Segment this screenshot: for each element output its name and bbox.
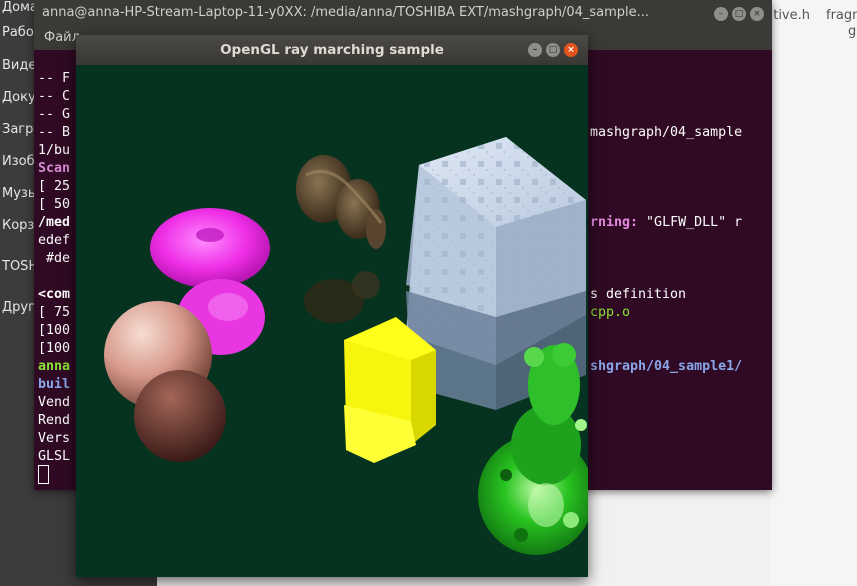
terminal-line: /med (38, 215, 71, 230)
terminal-title: anna@anna-HP-Stream-Laptop-11-y0XX: /med… (42, 5, 650, 20)
opengl-maximize-button[interactable]: □ (546, 43, 560, 57)
terminal-line-right: s definition (590, 287, 687, 302)
terminal-line: edef (38, 233, 71, 248)
file-item-glfw3native[interactable]: glfw3native.h (770, 8, 810, 23)
terminal-titlebar[interactable]: anna@anna-HP-Stream-Laptop-11-y0XX: /med… (34, 0, 772, 28)
terminal-line: [ 25 (38, 179, 71, 194)
terminal-line: Scan (38, 161, 71, 176)
files-content: glfw3native.h fragment.glsl g (770, 0, 857, 586)
terminal-line: -- C (38, 89, 71, 104)
terminal-line: -- G (38, 107, 71, 122)
terminal-line: Vers (38, 431, 71, 446)
terminal-line: -- B (38, 125, 71, 140)
terminal-line-right: mashgraph/04_sample (590, 125, 743, 140)
terminal-line: [ 75 (38, 305, 71, 320)
terminal-maximize-button[interactable]: □ (732, 7, 746, 21)
terminal-close-button[interactable]: × (750, 7, 764, 21)
opengl-window[interactable]: OpenGL ray marching sample – □ × (76, 35, 588, 577)
terminal-cursor (38, 465, 49, 484)
file-item-fragment-wrap: g (848, 24, 857, 39)
terminal-line: -- F (38, 71, 71, 86)
terminal-line-right: cpp.o (590, 305, 631, 320)
menu-file[interactable]: Файл (44, 30, 80, 45)
raymarch-scene (104, 137, 588, 555)
terminal-line: [100 (38, 341, 71, 356)
file-item-fragment[interactable]: fragment.glsl (826, 8, 857, 23)
terminal-line: [100 (38, 323, 71, 338)
terminal-line: <com (38, 287, 71, 302)
terminal-line: Rend (38, 413, 71, 428)
terminal-prompt-path: buil (38, 377, 71, 392)
opengl-titlebar[interactable]: OpenGL ray marching sample – □ × (76, 35, 588, 65)
opengl-window-title: OpenGL ray marching sample (220, 42, 444, 58)
warning-label: rning: (590, 215, 639, 230)
terminal-line: GLSL (38, 449, 71, 464)
opengl-minimize-button[interactable]: – (528, 43, 542, 57)
yellow-box (344, 317, 436, 463)
terminal-minimize-button[interactable]: – (714, 7, 728, 21)
terminal-prompt-user: anna (38, 359, 71, 374)
terminal-line: [ 50 (38, 197, 71, 212)
terminal-line-right: rning: "GLFW_DLL" r (590, 214, 742, 232)
terminal-line: #de (38, 251, 71, 266)
opengl-render-canvas[interactable] (76, 65, 588, 577)
brown-twisted-shape (296, 155, 386, 323)
terminal-line: 1/bu (38, 143, 71, 158)
terminal-line-right: shgraph/04_sample1/ (590, 359, 743, 374)
opengl-close-button[interactable]: × (564, 43, 578, 57)
terminal-line: Vend (38, 395, 71, 410)
warning-text: "GLFW_DLL" r (638, 215, 743, 230)
